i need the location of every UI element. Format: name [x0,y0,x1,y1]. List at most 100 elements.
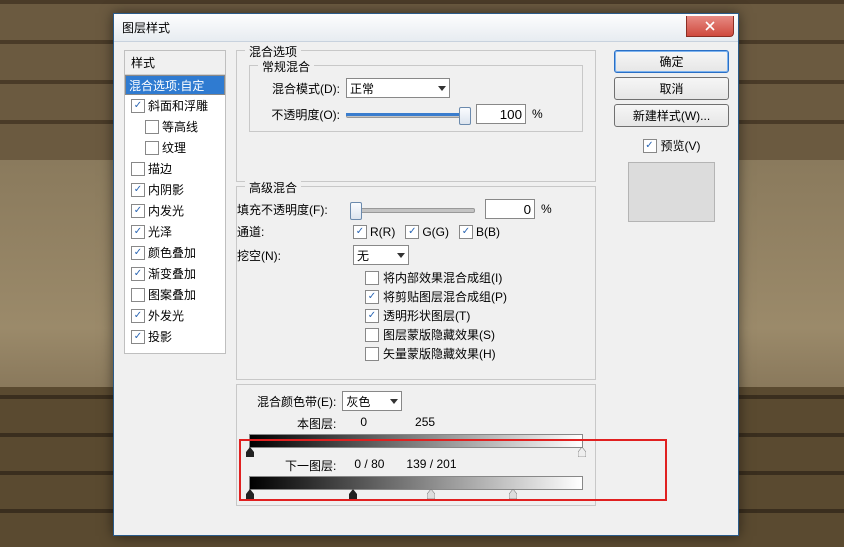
blendif-select[interactable]: 灰色 [342,391,402,411]
styles-header: 样式 [125,51,225,75]
style-item-11[interactable]: 外发光 [125,305,225,326]
adv-opt-1[interactable]: 将剪贴图层混合成组(P) [365,288,507,305]
slider-stop[interactable] [349,489,357,499]
style-item-7[interactable]: 光泽 [125,221,225,242]
style-label: 光泽 [148,223,172,240]
fill-opacity-input[interactable] [485,199,535,219]
adv-opt-label: 透明形状图层(T) [383,307,470,324]
style-checkbox[interactable] [131,267,145,281]
style-checkbox[interactable] [131,204,145,218]
layer-style-dialog: 图层样式 样式 混合选项:自定斜面和浮雕等高线纹理描边内阴影内发光光泽颜色叠加渐… [113,13,739,536]
style-checkbox[interactable] [131,225,145,239]
blendif-label: 混合颜色带(E): [257,393,336,410]
style-checkbox[interactable] [145,120,159,134]
adv-opt-0[interactable]: 将内部效果混合成组(I) [365,269,507,286]
actions-column: 确定 取消 新建样式(W)... 预览(V) [615,50,728,222]
opacity-label: 不透明度(O): [250,106,340,123]
adv-opt-label: 将剪贴图层混合成组(P) [383,288,507,305]
normal-blending-group: 常规混合 混合模式(D): 正常 不透明度(O): % [249,65,583,132]
channel-b-checkbox[interactable] [459,225,473,239]
style-label: 投影 [148,328,172,345]
under-layer-gradient[interactable] [249,476,583,490]
slider-stop[interactable] [246,447,254,457]
cancel-button[interactable]: 取消 [614,77,729,100]
titlebar[interactable]: 图层样式 [114,14,738,42]
style-item-5[interactable]: 内阴影 [125,179,225,200]
opacity-slider[interactable] [346,106,466,122]
channel-g-checkbox[interactable] [405,225,419,239]
blend-mode-value: 正常 [350,80,374,97]
style-label: 等高线 [162,118,198,135]
advanced-blending-group: 高级混合 填充不透明度(F): % 通道: R(R) G(G) B(B) 挖空(… [236,186,596,380]
fill-opacity-slider[interactable] [355,201,475,217]
adv-opt-label: 图层蒙版隐藏效果(S) [383,326,495,343]
slider-stop[interactable] [509,489,517,499]
knockout-select[interactable]: 无 [353,245,409,265]
group-title: 高级混合 [245,179,301,196]
style-checkbox[interactable] [131,183,145,197]
slider-stop[interactable] [246,489,254,499]
fill-opacity-label: 填充不透明度(F): [237,201,349,218]
style-item-9[interactable]: 渐变叠加 [125,263,225,284]
under-layer-label: 下一图层: [285,457,336,474]
channel-r-label: R(R) [370,225,395,239]
adv-opt-checkbox[interactable] [365,290,379,304]
style-checkbox[interactable] [131,246,145,260]
adv-opt-4[interactable]: 矢量蒙版隐藏效果(H) [365,345,507,362]
channel-b-label: B(B) [476,225,500,239]
style-item-4[interactable]: 描边 [125,158,225,179]
under-val3: 201 [436,457,456,471]
blend-if-group: 混合颜色带(E): 灰色 本图层: 0 255 下一图层 [236,384,596,506]
channel-r-checkbox[interactable] [353,225,367,239]
knockout-label: 挖空(N): [237,247,349,264]
style-label: 纹理 [162,139,186,156]
this-layer-label: 本图层: [297,415,336,432]
style-label: 混合选项:自定 [129,77,204,94]
preview-label: 预览(V) [661,137,701,154]
style-label: 内发光 [148,202,184,219]
this-layer-gradient[interactable] [249,434,583,448]
style-label: 外发光 [148,307,184,324]
percent-label: % [541,202,552,216]
under-val2: 139 [406,457,426,471]
preview-checkbox[interactable] [643,139,657,153]
blend-mode-select[interactable]: 正常 [346,78,450,98]
style-checkbox[interactable] [131,330,145,344]
channel-label: 通道: [237,223,349,240]
style-item-1[interactable]: 斜面和浮雕 [125,95,225,116]
new-style-button[interactable]: 新建样式(W)... [614,104,729,127]
style-item-0[interactable]: 混合选项:自定 [125,75,225,95]
channel-g-label: G(G) [422,225,449,239]
style-item-6[interactable]: 内发光 [125,200,225,221]
style-item-2[interactable]: 等高线 [125,116,225,137]
style-label: 描边 [148,160,172,177]
adv-opt-checkbox[interactable] [365,328,379,342]
style-item-12[interactable]: 投影 [125,326,225,347]
adv-opt-2[interactable]: 透明形状图层(T) [365,307,507,324]
slider-stop[interactable] [427,489,435,499]
adv-opt-checkbox[interactable] [365,347,379,361]
adv-opt-checkbox[interactable] [365,309,379,323]
adv-opt-label: 将内部效果混合成组(I) [383,269,502,286]
style-checkbox[interactable] [131,288,145,302]
style-checkbox[interactable] [131,309,145,323]
style-item-3[interactable]: 纹理 [125,137,225,158]
adv-opt-checkbox[interactable] [365,271,379,285]
ok-button[interactable]: 确定 [614,50,729,73]
chevron-down-icon [390,399,398,404]
close-button[interactable] [686,16,734,37]
adv-opt-label: 矢量蒙版隐藏效果(H) [383,345,496,362]
style-item-8[interactable]: 颜色叠加 [125,242,225,263]
opacity-input[interactable] [476,104,526,124]
chevron-down-icon [397,253,405,258]
chevron-down-icon [438,86,446,91]
slider-stop[interactable] [578,447,586,457]
subgroup-title: 常规混合 [258,58,314,75]
style-item-10[interactable]: 图案叠加 [125,284,225,305]
this-layer-val0: 0 [360,415,367,432]
blending-options-group: 混合选项 常规混合 混合模式(D): 正常 不透明度(O): % [236,50,596,182]
style-checkbox[interactable] [145,141,159,155]
style-checkbox[interactable] [131,162,145,176]
style-checkbox[interactable] [131,99,145,113]
adv-opt-3[interactable]: 图层蒙版隐藏效果(S) [365,326,507,343]
